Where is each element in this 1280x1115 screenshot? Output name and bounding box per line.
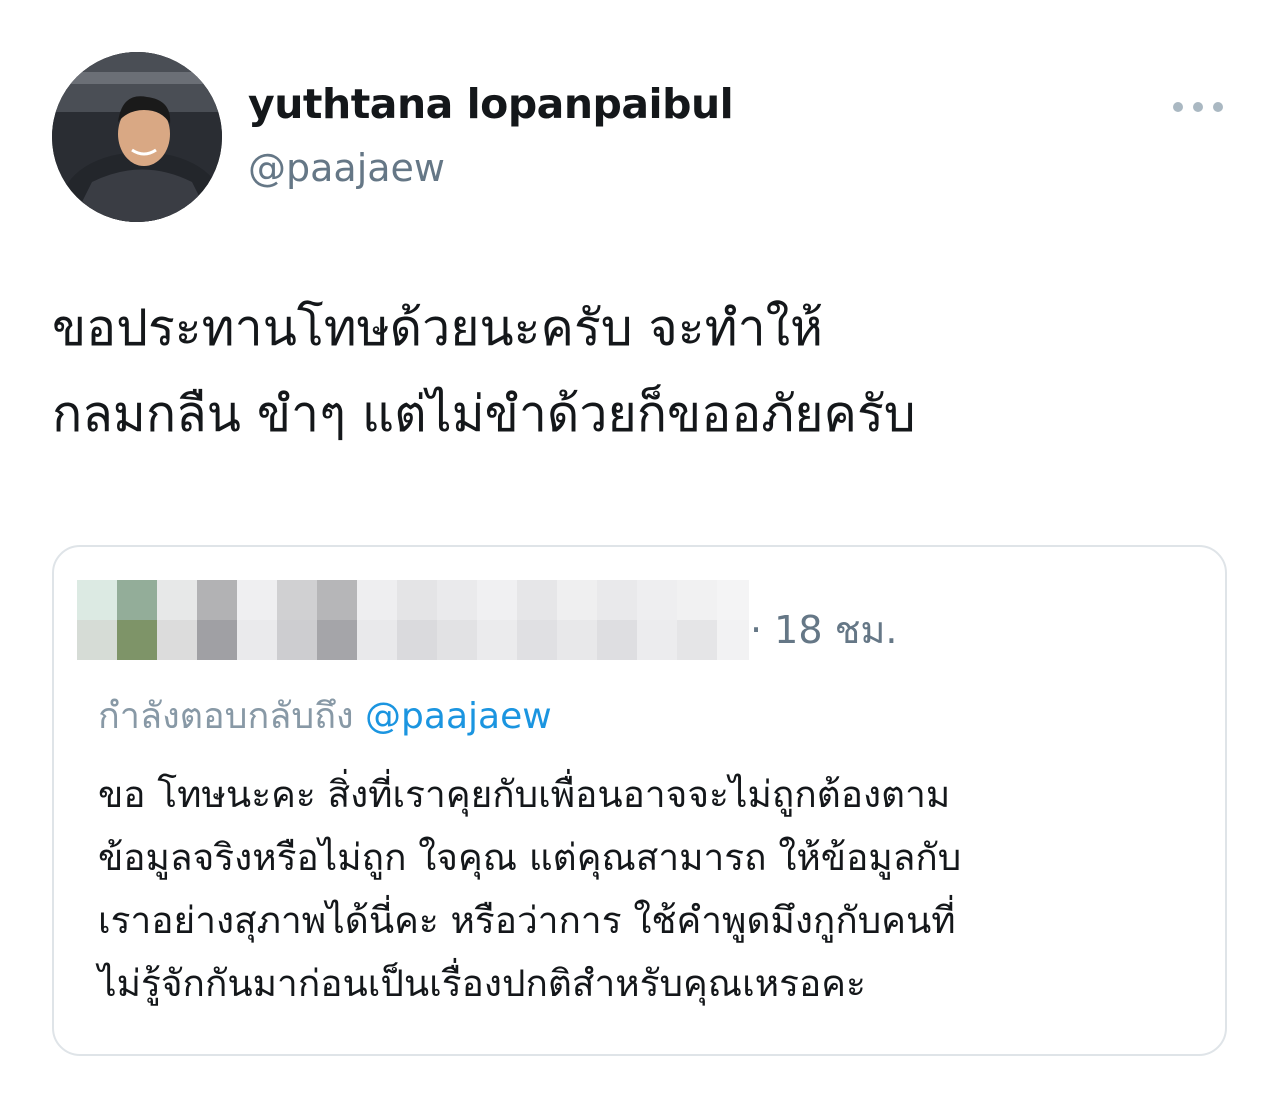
display-name[interactable]: yuthtana lopanpaibul	[248, 80, 734, 128]
replying-to-mention-link[interactable]: @paajaew	[365, 696, 552, 737]
more-horizontal-icon	[1173, 102, 1223, 112]
quoted-tweet-timestamp[interactable]: · 18 ชม.	[750, 599, 898, 660]
avatar[interactable]	[52, 52, 222, 222]
quoted-text-line: ไม่รู้จักกันมาก่อนเป็นเรื่องปกติสำหรับคุ…	[98, 962, 866, 1005]
quoted-text-line: ข้อมูลจริงหรือไม่ถูก ใจคุณ แต่คุณสามารถ …	[98, 836, 962, 879]
username-handle[interactable]: @paajaew	[248, 146, 445, 190]
quoted-text-line: ขอ โทษนะคะ สิ่งที่เราคุยกับเพื่อนอาจจะไม…	[98, 773, 951, 816]
replying-to-label: กำลังตอบกลับถึง	[98, 696, 354, 737]
blurred-author-name	[77, 580, 749, 660]
tweet: yuthtana lopanpaibul @paajaew ขอประทานโท…	[0, 0, 1280, 1115]
quoted-tweet-text: ขอ โทษนะคะ สิ่งที่เราคุยกับเพื่อนอาจจะไม…	[98, 763, 1198, 1015]
replying-to: กำลังตอบกลับถึง @paajaew	[98, 687, 552, 744]
more-options-button[interactable]	[1168, 92, 1228, 122]
tweet-text-line: กลมกลืน ขำๆ แต่ไม่ขำด้วยก็ขออภัยครับ	[52, 385, 916, 443]
avatar-photo	[52, 52, 222, 222]
quoted-text-line: เราอย่างสุภาพได้นี่คะ หรือว่าการ ใช้คำพู…	[98, 899, 956, 942]
quoted-tweet-card[interactable]: · 18 ชม. กำลังตอบกลับถึง @paajaew ขอ โทษ…	[52, 545, 1227, 1056]
tweet-text: ขอประทานโทษด้วยนะครับ จะทำให้ กลมกลืน ขำ…	[52, 285, 1232, 457]
tweet-text-line: ขอประทานโทษด้วยนะครับ จะทำให้	[52, 299, 824, 357]
